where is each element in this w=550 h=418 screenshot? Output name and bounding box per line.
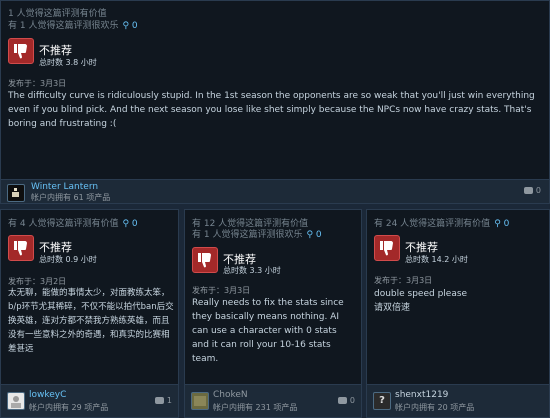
avatar[interactable]: ? <box>373 392 391 410</box>
thumbs-down-icon[interactable] <box>8 38 34 64</box>
avatar[interactable] <box>7 184 25 202</box>
helpful-count: 有 4 人觉得这篇评测有价值 ⚲ 0 <box>8 216 138 229</box>
helpful-text: 有 4 人觉得这篇评测有价值 <box>8 219 119 229</box>
review-card: 有 4 人觉得这篇评测有价值 ⚲ 0 不推荐 总时数 0.9 小时 发布于：3月2… <box>0 209 179 418</box>
review-body: 有 4 人觉得这篇评测有价值 ⚲ 0 不推荐 总时数 0.9 小时 发布于：3月2… <box>1 210 178 388</box>
review-verdict[interactable]: 不推荐 <box>39 239 72 255</box>
posted-date: 发布于：3月3日 <box>8 79 67 88</box>
review-text: double speed please 请双倍速 <box>374 289 468 313</box>
funny-count: 有 1 人觉得这篇评测很欢乐 ⚲ 0 <box>192 227 322 240</box>
thumbs-down-icon[interactable] <box>8 235 34 261</box>
award-icon: ⚲ 0 <box>494 219 510 229</box>
avatar[interactable] <box>7 392 25 410</box>
award-icon: ⚲ 0 <box>122 21 138 31</box>
review-verdict[interactable]: 不推荐 <box>39 42 72 58</box>
award-count: 0 <box>315 230 322 240</box>
user-products: 帐户内拥有 61 项产品 <box>31 193 111 202</box>
review-text: 太无聊，能做的事情太少，对面教练太笨，b/p环节尤其稀碎，不仅不能以拍代ban后… <box>8 288 174 354</box>
helpful-text: 有 24 人觉得这篇评测有价值 <box>374 219 491 229</box>
thumbs-down-icon[interactable] <box>192 247 218 273</box>
award-count: 0 <box>503 219 510 229</box>
avatar[interactable] <box>191 392 209 410</box>
comment-count[interactable]: 0 <box>523 186 541 195</box>
comment-number: 0 <box>535 186 541 195</box>
review-body: 1 人觉得这篇评测有价值 有 1 人觉得这篇评测很欢乐 ⚲ 0 不推荐 总时数 3… <box>1 1 549 182</box>
user-products: 帐户内拥有 231 项产品 <box>213 403 298 412</box>
comment-number: 0 <box>349 396 355 405</box>
helpful-count: 有 24 人觉得这篇评测有价值 ⚲ 0 <box>374 216 509 229</box>
review-author: lowkeyC 帐户内拥有 29 项产品 1 <box>1 384 178 417</box>
hours-played: 总时数 0.9 小时 <box>39 255 97 264</box>
funny-text: 有 1 人觉得这篇评测很欢乐 <box>8 21 119 31</box>
award-icon: ⚲ 0 <box>122 219 138 229</box>
comment-icon <box>154 397 164 404</box>
review-card: 有 12 人觉得这篇评测有价值 有 1 人觉得这篇评测很欢乐 ⚲ 0 不推荐 总时… <box>184 209 362 418</box>
comment-number: 1 <box>166 396 172 405</box>
user-name[interactable]: Winter Lantern <box>31 182 98 192</box>
hours-played: 总时数 3.3 小时 <box>223 266 281 275</box>
review-verdict[interactable]: 不推荐 <box>405 239 438 255</box>
review-card: 有 24 人觉得这篇评测有价值 ⚲ 0 不推荐 总时数 14.2 小时 发布于：3… <box>366 209 550 418</box>
comment-icon <box>337 397 347 404</box>
award-count: 0 <box>131 219 138 229</box>
user-products: 帐户内拥有 29 项产品 <box>29 403 109 412</box>
review-card: 1 人觉得这篇评测有价值 有 1 人觉得这篇评测很欢乐 ⚲ 0 不推荐 总时数 3… <box>0 0 550 204</box>
review-text: Really needs to fix the stats since they… <box>192 298 344 364</box>
review-body: 有 24 人觉得这篇评测有价值 ⚲ 0 不推荐 总时数 14.2 小时 发布于：3… <box>367 210 549 388</box>
review-author: ChokeN 帐户内拥有 231 项产品 0 <box>185 384 361 417</box>
thumbs-down-icon[interactable] <box>374 235 400 261</box>
posted-date: 发布于：3月3日 <box>374 276 433 285</box>
review-body: 有 12 人觉得这篇评测有价值 有 1 人觉得这篇评测很欢乐 ⚲ 0 不推荐 总时… <box>185 210 361 388</box>
review-text: The difficulty curve is ridiculously stu… <box>8 91 535 129</box>
user-name[interactable]: lowkeyC <box>29 390 66 400</box>
user-name[interactable]: ChokeN <box>213 390 248 400</box>
comment-icon <box>523 187 533 194</box>
hours-played: 总时数 3.8 小时 <box>39 58 97 67</box>
review-author: Winter Lantern 帐户内拥有 61 项产品 0 <box>1 179 549 203</box>
review-author: ? shenxt1219 帐户内拥有 20 项产品 <box>367 384 549 417</box>
award-count: 0 <box>131 21 138 31</box>
funny-count: 有 1 人觉得这篇评测很欢乐 ⚲ 0 <box>8 18 138 31</box>
comment-count[interactable]: 1 <box>154 396 172 405</box>
user-products: 帐户内拥有 20 项产品 <box>395 403 475 412</box>
hours-played: 总时数 14.2 小时 <box>405 255 468 264</box>
user-name[interactable]: shenxt1219 <box>395 390 448 400</box>
comment-count[interactable]: 0 <box>337 396 355 405</box>
award-icon: ⚲ 0 <box>306 230 322 240</box>
posted-date: 发布于：3月3日 <box>192 286 251 295</box>
funny-text: 有 1 人觉得这篇评测很欢乐 <box>192 230 303 240</box>
